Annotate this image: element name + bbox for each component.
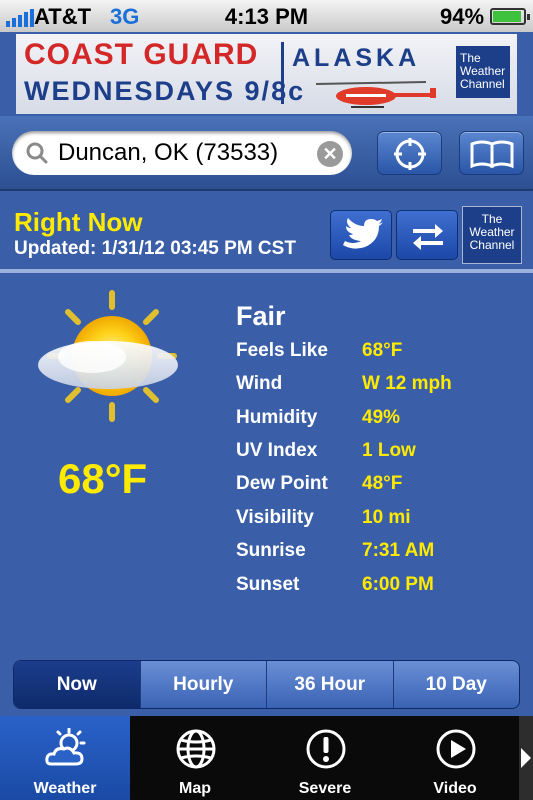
current-conditions: 68°F Fair Feels Like 68°F Wind W 12 mph … (0, 273, 533, 653)
detail-value: 48°F (362, 473, 403, 494)
partly-sunny-icon (38, 290, 178, 422)
helicopter-icon (315, 81, 436, 108)
locate-button[interactable] (377, 131, 442, 175)
crosshair-icon (394, 138, 426, 170)
tab-label: Map (179, 780, 211, 797)
segment-10-day[interactable]: 10 Day (392, 661, 520, 708)
detail-row-dew-point: Dew Point 48°F (236, 473, 516, 503)
twitter-button[interactable] (330, 210, 392, 260)
globe-icon (176, 729, 216, 769)
book-icon (470, 140, 514, 169)
detail-row-visibility: Visibility 10 mi (236, 507, 516, 537)
tab-label: Weather (33, 780, 97, 797)
search-bar: ✕ (0, 116, 533, 191)
detail-row-sunset: Sunset 6:00 PM (236, 574, 516, 604)
battery-fill (493, 11, 522, 22)
detail-label: Sunset (236, 574, 300, 595)
detail-value: 7:31 AM (362, 540, 435, 561)
tab-severe[interactable]: Severe (260, 716, 390, 800)
updated-timestamp: Updated: 1/31/12 03:45 PM CST (14, 238, 296, 259)
play-icon (436, 729, 476, 769)
ad-line-3: WEDNESDAYS 9/8c (24, 76, 306, 106)
ad-logo: The Weather Channel (456, 46, 510, 98)
condition-summary: Fair (236, 301, 286, 331)
twitter-bird-icon (343, 218, 383, 249)
detail-row-wind: Wind W 12 mph (236, 373, 516, 403)
weather-icon (45, 728, 86, 766)
detail-label: Humidity (236, 407, 318, 428)
tab-bar: Weather Map Severe Video (0, 716, 533, 800)
segment-hourly[interactable]: Hourly (139, 661, 267, 708)
battery-icon (490, 8, 530, 25)
current-temperature: 68°F (58, 455, 148, 502)
segment-now[interactable]: Now (14, 661, 140, 708)
battery-percent: 94% (440, 4, 485, 29)
ad-line-2: ALASKA (292, 44, 421, 72)
detail-label: UV Index (236, 440, 318, 461)
status-bar: AT&T 3G 4:13 PM 94% (0, 0, 533, 32)
ad-banner[interactable]: COAST GUARD ALASKA WEDNESDAYS 9/8c The W… (16, 34, 517, 114)
detail-value: 1 Low (362, 440, 416, 461)
right-now-header: Right Now Updated: 1/31/12 03:45 PM CST … (0, 193, 533, 269)
swap-arrows-icon (413, 224, 443, 250)
detail-value: 10 mi (362, 507, 411, 528)
search-input[interactable] (58, 137, 308, 169)
weather-channel-logo: The Weather Channel (462, 206, 522, 264)
forecast-segmented-control: Now Hourly 36 Hour 10 Day (13, 660, 520, 709)
detail-value: 6:00 PM (362, 574, 434, 595)
detail-row-humidity: Humidity 49% (236, 407, 516, 437)
detail-row-sunrise: Sunrise 7:31 AM (236, 540, 516, 570)
search-field[interactable]: ✕ (12, 131, 352, 175)
detail-label: Visibility (236, 507, 314, 528)
saved-locations-button[interactable] (459, 131, 524, 175)
ad-line-1: COAST GUARD (24, 38, 259, 71)
tab-label: Severe (298, 780, 352, 797)
tab-map[interactable]: Map (130, 716, 260, 800)
detail-label: Dew Point (236, 473, 328, 494)
chevron-right-icon (521, 748, 531, 768)
section-title: Right Now (14, 207, 143, 237)
detail-value: 68°F (362, 340, 403, 361)
detail-label: Feels Like (236, 340, 328, 361)
tab-weather[interactable]: Weather (0, 716, 130, 800)
clear-icon[interactable]: ✕ (317, 141, 343, 167)
detail-value: W 12 mph (362, 373, 452, 394)
tab-label: Video (433, 780, 477, 797)
search-icon (26, 142, 48, 164)
alert-icon (306, 729, 346, 769)
more-tabs-arrow[interactable] (519, 716, 533, 800)
segment-36-hour[interactable]: 36 Hour (266, 661, 393, 708)
detail-row-uv-index: UV Index 1 Low (236, 440, 516, 470)
tab-video[interactable]: Video (390, 716, 520, 800)
detail-value: 49% (362, 407, 401, 428)
detail-label: Sunrise (236, 540, 306, 561)
share-button[interactable] (396, 210, 458, 260)
detail-label: Wind (236, 373, 283, 394)
detail-row-feels-like: Feels Like 68°F (236, 340, 516, 370)
